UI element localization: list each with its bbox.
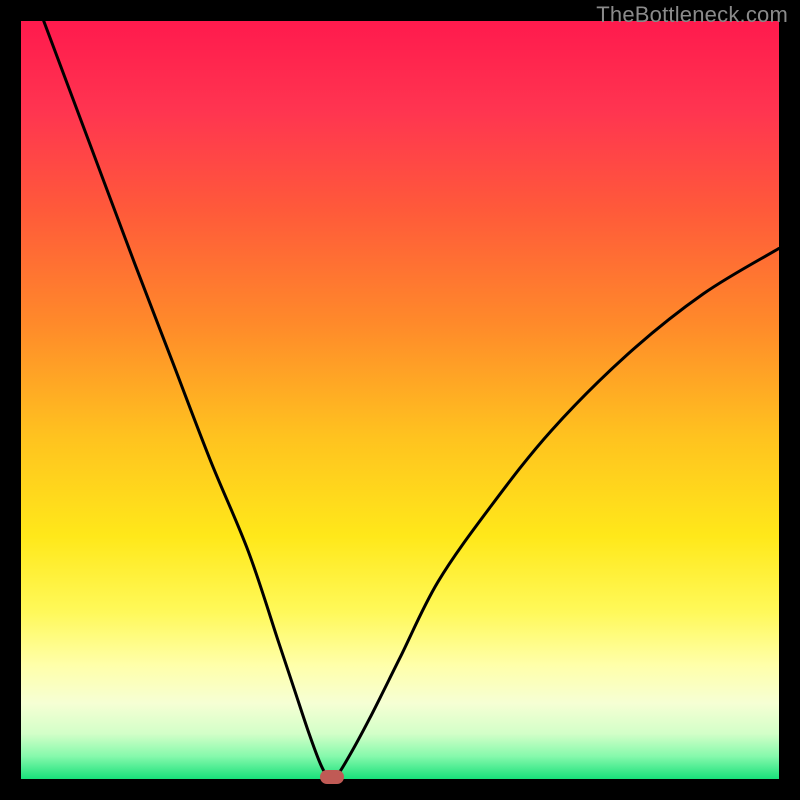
attribution-label: TheBottleneck.com bbox=[596, 2, 788, 28]
bottleneck-chart bbox=[21, 21, 779, 779]
chart-frame bbox=[21, 21, 779, 779]
gradient-background bbox=[21, 21, 779, 779]
optimal-marker bbox=[320, 770, 344, 784]
